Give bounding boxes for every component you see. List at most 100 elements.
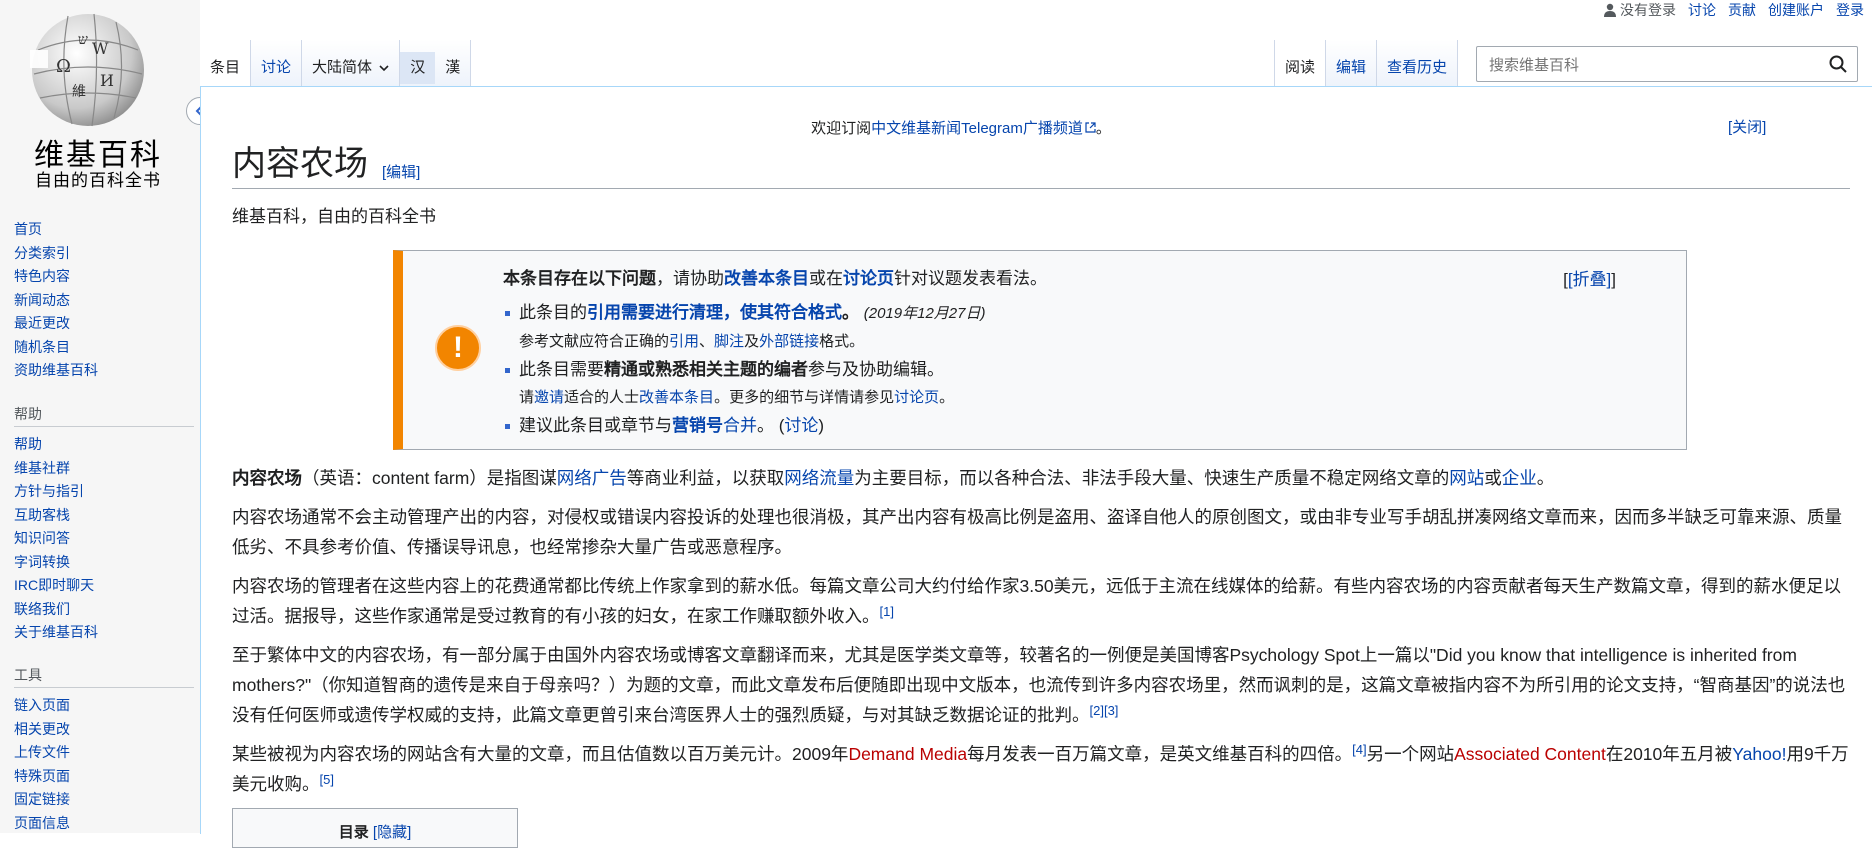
nav-item-conversion[interactable]: 字词转换 (14, 551, 194, 575)
nav-item-upload[interactable]: 上传文件 (14, 741, 194, 765)
login-link[interactable]: 登录 (1836, 0, 1864, 20)
ref-3[interactable]: [3] (1104, 703, 1118, 718)
issue-2-sub-mid2: 。更多的细节与详情请参见 (714, 389, 895, 406)
title-edit-link[interactable]: [编辑] (382, 164, 420, 181)
talk-page-link[interactable]: 讨论页 (843, 269, 894, 288)
notice-link[interactable]: 中文维基新闻Telegram广播频道 (871, 120, 1083, 137)
p3-text: 内容农场的管理者在这些内容上的花费通常都比传统上作家拿到的薪水低。每篇文章公司大… (232, 576, 1842, 626)
nav-item-qa[interactable]: 知识问答 (14, 527, 194, 551)
issue-1-post: 。 (842, 303, 859, 322)
nav-item-village-pump[interactable]: 互助客栈 (14, 504, 194, 528)
nav-item-news[interactable]: 新闻动态 (14, 289, 98, 313)
tab-read[interactable]: 阅读 (1274, 40, 1327, 86)
notice-close-link[interactable]: [关闭] (1728, 116, 1766, 137)
link-website[interactable]: 网站 (1449, 468, 1484, 488)
p1-d: 或 (1484, 468, 1502, 488)
footnote-link[interactable]: 脚注 (714, 333, 744, 350)
nav-item-permalink[interactable]: 固定链接 (14, 788, 194, 812)
nav-item-recent-changes[interactable]: 最近更改 (14, 312, 98, 336)
marketing-account-link[interactable]: 营销号 (672, 416, 723, 435)
ref-2[interactable]: [2] (1090, 703, 1104, 718)
user-icon (1604, 3, 1616, 17)
term-bold: 内容农场 (232, 468, 302, 488)
tab-edit[interactable]: 编辑 (1326, 40, 1378, 86)
paragraph-3: 内容农场的管理者在这些内容上的花费通常都比传统上作家拿到的薪水低。每篇文章公司大… (232, 571, 1852, 631)
site-notice: 欢迎订阅中文维基新闻Telegram广播频道。 (201, 117, 1721, 138)
issues-collapse-link[interactable]: [折叠] (1568, 270, 1611, 289)
ref-1[interactable]: [1] (880, 604, 894, 619)
nav-item-donate[interactable]: 资助维基百科 (14, 359, 98, 383)
nav-item-contact[interactable]: 联络我们 (14, 598, 194, 622)
issues-collapse-toggle[interactable]: [[折叠]] (1563, 265, 1616, 290)
nav-item-related-changes[interactable]: 相关更改 (14, 718, 194, 742)
issues-header-t3: 针对议题发表看法。 (894, 269, 1047, 288)
link-online-ads[interactable]: 网络广告 (557, 468, 627, 488)
issue-3-mid: 。 ( (757, 416, 785, 435)
link-enterprise[interactable]: 企业 (1502, 468, 1537, 488)
nav-item-help[interactable]: 帮助 (14, 433, 194, 457)
variant-dropdown[interactable]: 大陆简体 (302, 40, 401, 86)
nav-item-random[interactable]: 随机条目 (14, 336, 98, 360)
issue-1-detail: 参考文献应符合正确的引用、脚注及外部链接格式。 (503, 328, 1563, 356)
tab-hans[interactable]: 汉 (400, 52, 436, 84)
paragraph-intro: 内容农场（英语：content farm）是指图谋网络广告等商业利益，以获取网络… (232, 463, 1852, 493)
wikipedia-logo[interactable]: Ω W 維 И ש 维基百科 自由的百科全书 (18, 6, 160, 191)
variant-label: 大陆简体 (312, 59, 373, 76)
cleanup-citation-link[interactable]: 引用需要进行清理，使其符合格式 (587, 303, 842, 322)
tab-history[interactable]: 查看历史 (1377, 40, 1459, 86)
nav-item-special-pages[interactable]: 特殊页面 (14, 765, 194, 789)
external-links-link[interactable]: 外部链接 (759, 333, 819, 350)
nav-item-irc[interactable]: IRC即时聊天 (14, 574, 194, 598)
nav-item-what-links-here[interactable]: 链入页面 (14, 694, 194, 718)
link-web-traffic[interactable]: 网络流量 (784, 468, 854, 488)
create-account-link[interactable]: 创建账户 (1768, 0, 1824, 20)
nav-item-policy[interactable]: 方针与指引 (14, 480, 194, 504)
not-logged-in-label: 没有登录 (1620, 2, 1676, 18)
nav-item-main-page[interactable]: 首页 (14, 218, 98, 242)
nav-heading-help[interactable]: 帮助 (14, 402, 194, 427)
merge-talk-link[interactable]: 讨论 (784, 416, 818, 435)
invite-link[interactable]: 邀请 (534, 389, 564, 406)
issue-3-post: ) (818, 416, 825, 435)
search-input[interactable] (1487, 47, 1821, 83)
personal-talk-link[interactable]: 讨论 (1688, 0, 1716, 20)
improve-article-link[interactable]: 改善本条目 (724, 269, 809, 288)
issues-header-t2: 或在 (809, 269, 843, 288)
issue-2-pre: 此条目需要 (519, 360, 604, 379)
table-of-contents: 目录 [隐藏] (232, 808, 518, 848)
personal-contrib-link[interactable]: 贡献 (1728, 0, 1756, 20)
link-demand-media[interactable]: Demand Media (848, 744, 967, 764)
issue-2-detail: 请邀请适合的人士改善本条目。更多的细节与详情请参见讨论页。 (503, 384, 1563, 412)
nav-heading-tools[interactable]: 工具 (14, 663, 194, 688)
nav-tools: 工具 链入页面 相关更改 上传文件 特殊页面 固定链接 页面信息 (14, 663, 194, 835)
nav-item-page-info[interactable]: 页面信息 (14, 812, 194, 836)
citation-link[interactable]: 引用 (669, 333, 699, 350)
p5-c: 另一个网站 (1366, 744, 1455, 764)
ref-5[interactable]: [5] (320, 772, 334, 787)
ref-4[interactable]: [4] (1352, 742, 1366, 757)
issue-3-pre: 建议此条目或章节与 (519, 416, 672, 435)
tab-article[interactable]: 条目 (200, 40, 252, 86)
tab-talk[interactable]: 讨论 (251, 40, 303, 86)
nav-item-featured[interactable]: 特色内容 (14, 265, 98, 289)
improve-article-link-2[interactable]: 改善本条目 (639, 389, 714, 406)
first-heading: 内容农场 [编辑] (232, 140, 1850, 189)
merge-link[interactable]: 合并 (723, 416, 757, 435)
issue-2-sub-mid: 适合的人士 (564, 389, 640, 406)
issues-header: 本条目存在以下问题，请协助改善本条目或在讨论页针对议题发表看法。 (503, 265, 1563, 293)
view-tabs: 阅读 编辑 查看历史 (1274, 40, 1459, 86)
issues-header-t1: ，请协助 (656, 269, 724, 288)
issue-1-sub-s1: 、 (699, 333, 715, 350)
nav-help: 帮助 帮助 维基社群 方针与指引 互助客栈 知识问答 字词转换 IRC即时聊天 … (14, 402, 194, 645)
logo-tagline: 自由的百科全书 (35, 171, 161, 191)
search-icon[interactable] (1829, 55, 1847, 73)
nav-item-categories[interactable]: 分类索引 (14, 242, 98, 266)
nav-item-community[interactable]: 维基社群 (14, 457, 194, 481)
link-yahoo[interactable]: Yahoo! (1732, 744, 1786, 764)
svg-text:維: 維 (72, 84, 86, 100)
nav-item-about[interactable]: 关于维基百科 (14, 621, 194, 645)
talk-page-link-2[interactable]: 讨论页 (894, 389, 939, 406)
svg-text:Ω: Ω (56, 56, 71, 77)
link-associated-content[interactable]: Associated Content (1454, 744, 1606, 764)
globe-icon: Ω W 維 И ש (30, 13, 144, 127)
